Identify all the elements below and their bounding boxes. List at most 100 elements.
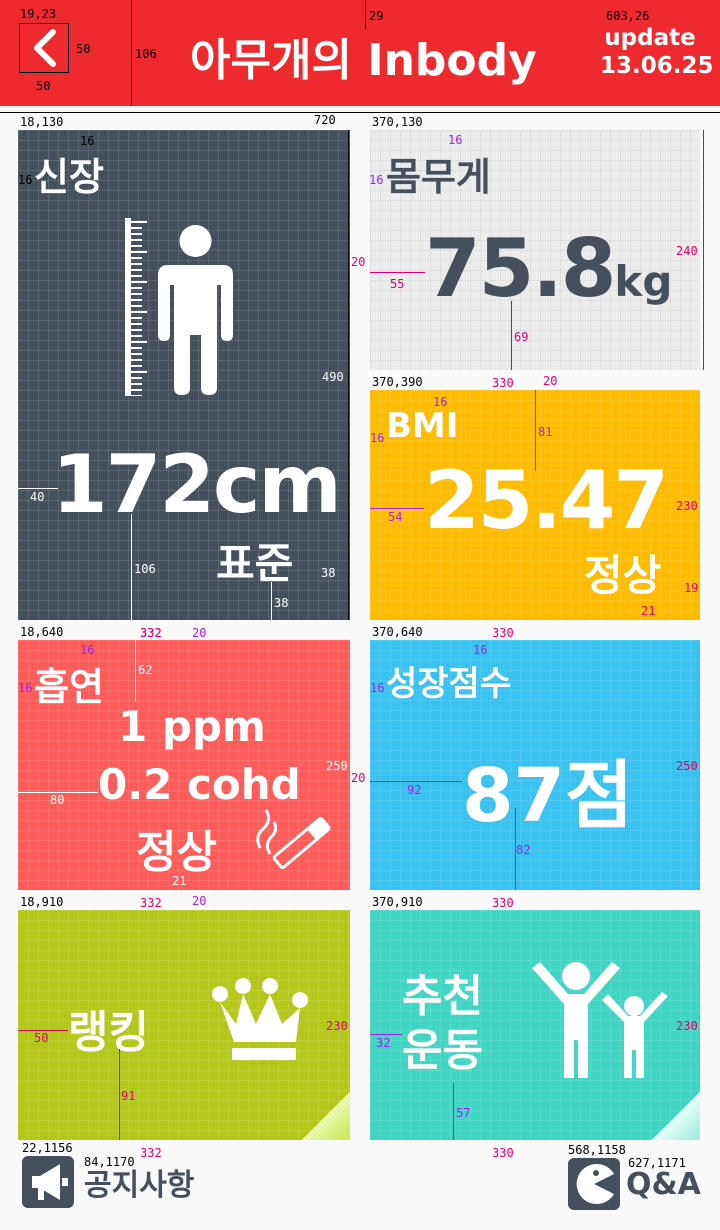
weight-unit: kg: [614, 257, 673, 306]
update-date: update 13.06.25: [600, 24, 714, 80]
bmi-status: 정상: [584, 551, 662, 600]
annotation: 16: [18, 681, 33, 695]
annotation: 40: [30, 490, 45, 504]
annotation: 20: [192, 894, 207, 908]
exercise-tile[interactable]: 추천 운동: [370, 910, 700, 1140]
ruler-tick: [131, 371, 147, 373]
annotation: 20: [351, 255, 366, 269]
ruler-tick: [131, 389, 142, 391]
update-label: update: [604, 25, 696, 51]
annotation: 330: [492, 1146, 514, 1160]
annotation: 16: [433, 395, 448, 409]
annotation: 720: [314, 113, 336, 127]
annotation: 330: [492, 626, 514, 640]
dimension-line: [370, 272, 425, 273]
annotation: 80: [50, 793, 65, 807]
ruler-tick: [131, 281, 147, 283]
dimension-line: [703, 130, 704, 370]
ruler-tick: [131, 329, 142, 331]
ruler-tick: [131, 341, 147, 343]
annotation: 62: [138, 663, 153, 677]
annotation: 20: [351, 771, 366, 785]
weight-tile[interactable]: 몸무게 75.8kg: [370, 130, 700, 370]
height-tile[interactable]: 신장 172cm 표준: [18, 130, 350, 620]
smoking-cohd: 0.2 cohd: [98, 760, 301, 809]
ruler-tick: [131, 353, 142, 355]
ruler-icon: [125, 218, 147, 396]
smoking-tile[interactable]: 흡연 1 ppm 0.2 cohd 정상: [18, 640, 350, 890]
annotation: 32: [376, 1036, 391, 1050]
ruler-tick: [131, 299, 142, 301]
annotation: 370,390: [372, 375, 423, 389]
ruler-tick: [131, 239, 142, 241]
annotation: 603,26: [606, 9, 650, 23]
dimension-line: [511, 301, 512, 370]
ranking-label: 랭킹: [68, 1007, 149, 1058]
dimension-line: [18, 488, 58, 489]
annotation: 106: [135, 47, 157, 61]
pacman-icon: [568, 1158, 620, 1210]
ruler-tick: [131, 257, 142, 259]
annotation: 370,640: [372, 625, 423, 639]
annotation: 240: [676, 244, 698, 258]
exercise-label: 추천 운동: [402, 970, 483, 1078]
ruler-tick: [131, 275, 142, 277]
annotation: 18,640: [20, 625, 64, 639]
annotation: 18,130: [20, 115, 64, 129]
exercise-label-line2: 운동: [402, 1025, 483, 1076]
dimension-line: [370, 781, 462, 782]
annotation: 21: [172, 874, 187, 888]
ruler-tick: [131, 323, 142, 325]
annotation: 16: [369, 173, 384, 187]
annotation: 16: [18, 173, 33, 187]
annotation: 50: [76, 42, 91, 56]
growth-tile[interactable]: 성장점수 87점: [370, 640, 700, 890]
ruler-tick: [131, 287, 142, 289]
smoking-status: 정상: [136, 827, 217, 878]
ranking-tile[interactable]: 랭킹: [18, 910, 350, 1140]
ruler-tick: [131, 233, 142, 235]
annotation: 332: [140, 896, 162, 910]
ruler-tick: [131, 269, 142, 271]
ruler-tick: [131, 377, 142, 379]
annotation: 81: [538, 425, 553, 439]
height-label: 신장: [34, 155, 104, 199]
annotation: 16: [80, 134, 95, 148]
annotation: 91: [121, 1089, 136, 1103]
page-title: 아무개의 Inbody: [190, 35, 537, 86]
annotation: 19,23: [20, 7, 57, 21]
cigarette-icon: [256, 809, 331, 869]
annotation: 16: [370, 681, 385, 695]
annotation: 21: [641, 604, 656, 618]
annotation: 18,910: [20, 895, 64, 909]
annotation: 16: [448, 133, 463, 147]
dimension-line: [0, 112, 720, 113]
crown-icon: [212, 978, 308, 1060]
dimension-line: [453, 1083, 454, 1140]
ruler-tick: [131, 383, 142, 385]
dimension-line: [271, 582, 272, 620]
ruler-tick: [131, 365, 142, 367]
dimension-line: [348, 130, 349, 620]
annotation: 69: [514, 330, 529, 344]
back-button[interactable]: [19, 23, 69, 73]
dimension-line: [370, 1034, 402, 1035]
annotation: 627,1171: [628, 1156, 686, 1170]
annotation: 55: [390, 277, 405, 291]
ruler-tick: [131, 293, 142, 295]
ruler-tick: [131, 251, 147, 253]
update-value: 13.06.25: [600, 53, 714, 79]
ruler-tick: [131, 263, 142, 265]
person-icon: [158, 225, 233, 395]
smoking-ppm: 1 ppm: [118, 702, 266, 751]
height-value: 172cm: [52, 438, 342, 531]
smoking-label: 흡연: [34, 665, 104, 709]
ruler-tick: [131, 305, 142, 307]
page-curl: [652, 1092, 700, 1140]
annotation: 250: [326, 759, 348, 773]
dimension-line: [135, 640, 136, 702]
dimension-line: [535, 390, 536, 471]
annotation: 82: [516, 843, 531, 857]
annotation: 490: [322, 370, 344, 384]
annotation: 16: [80, 643, 95, 657]
